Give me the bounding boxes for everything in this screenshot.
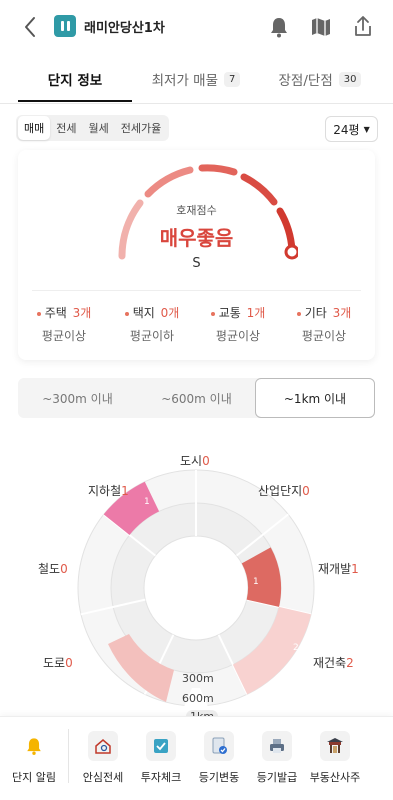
deal-type-jeonse[interactable]: 전세 — [50, 116, 82, 140]
category-label-subway: 지하철1 — [88, 484, 129, 498]
tab-complex-info[interactable]: 단지 정보 — [18, 54, 132, 104]
stat-land: 택지 0개 평균이하 — [112, 304, 192, 344]
checklist-icon — [146, 731, 176, 761]
map-icon[interactable] — [308, 14, 334, 40]
score-grade: S — [192, 256, 201, 271]
category-label-road: 도로0 — [43, 656, 73, 670]
apartment-logo-icon — [54, 15, 76, 37]
deal-type-sale[interactable]: 매매 — [18, 116, 51, 140]
stat-name: 교통 — [218, 306, 241, 320]
bell-icon[interactable] — [266, 14, 292, 40]
distance-1km[interactable]: ~1km 이내 — [255, 378, 375, 418]
gauge-segment — [144, 166, 194, 198]
nav-investment-check[interactable]: 투자체크 — [130, 731, 192, 785]
stat-other: 기타 3개 평균이상 — [284, 304, 364, 344]
nav-label: 등기발급 — [256, 771, 298, 784]
page-title: 래미안당산1차 — [84, 21, 165, 36]
nav-label: 안심전세 — [82, 771, 124, 784]
segment-value: 1 — [253, 577, 259, 587]
printer-icon — [262, 731, 292, 761]
segment-value: 3 — [137, 693, 143, 703]
app-header: 래미안당산1차 — [0, 0, 393, 54]
tab-bar: 단지 정보 최저가 매물 7 장점/단점 30 — [0, 54, 393, 104]
stat-transport: 교통 1개 평균이상 — [198, 304, 278, 344]
deal-type-monthly[interactable]: 월세 — [83, 116, 115, 140]
house-search-icon — [88, 731, 118, 761]
stat-name: 택지 — [132, 306, 155, 320]
stat-value: 0개 — [160, 306, 180, 320]
tab-label: 장점/단점 — [278, 73, 333, 89]
nav-safe-jeonse[interactable]: 안심전세 — [72, 731, 134, 785]
active-tab-indicator — [18, 100, 132, 102]
document-check-icon — [204, 731, 234, 761]
tab-count-badge: 30 — [338, 71, 362, 87]
share-icon[interactable] — [350, 14, 376, 40]
size-value: 24평 — [333, 122, 360, 137]
divider — [32, 290, 361, 291]
stat-compare: 평균이하 — [129, 329, 175, 343]
category-label-industrial: 산업단지0 — [258, 484, 310, 498]
stat-housing: 주택 3개 평균이상 — [24, 304, 104, 344]
deal-type-selector: 매매 전세 월세 전세가율 — [16, 115, 170, 141]
gate-icon — [320, 731, 350, 761]
deal-type-jeonse-ratio[interactable]: 전세가율 — [115, 116, 167, 140]
category-label-redevelopment: 재개발1 — [318, 562, 359, 576]
stat-name: 기타 — [304, 306, 327, 320]
category-label-reconstruction: 재건축2 — [313, 656, 354, 670]
divider — [68, 729, 69, 783]
stat-name: 주택 — [44, 306, 67, 320]
nav-label: 등기변동 — [198, 771, 240, 784]
tab-lowest-price[interactable]: 최저가 매물 7 — [140, 54, 252, 104]
bottom-navigation: 단지 알림 안심전세 투자체크 등기변동 등기발급 부동산사주 — [0, 716, 393, 800]
stat-value: 3개 — [72, 306, 92, 320]
bullet-icon — [210, 311, 215, 316]
segment-value: 2 — [293, 643, 299, 653]
bullet-icon — [296, 311, 301, 316]
distance-selector: ~300m 이내 ~600m 이내 ~1km 이내 — [18, 378, 375, 418]
ring-label: 300m — [182, 672, 214, 685]
stat-compare: 평균이상 — [301, 329, 347, 343]
tab-count-badge: 7 — [224, 71, 241, 87]
bell-icon — [19, 731, 49, 761]
stat-value: 3개 — [332, 306, 352, 320]
nav-registry-issue[interactable]: 등기발급 — [246, 731, 308, 785]
bullet-icon — [36, 311, 41, 316]
tab-pros-cons[interactable]: 장점/단점 30 — [264, 54, 376, 104]
stat-compare: 평균이상 — [41, 329, 87, 343]
gauge-segment — [240, 173, 278, 206]
size-dropdown[interactable]: 24평 ▼ — [325, 116, 378, 142]
stat-value: 1개 — [246, 306, 266, 320]
bullet-icon — [124, 311, 129, 316]
ring-label: 600m — [182, 692, 214, 705]
category-label-railway: 철도0 — [38, 562, 68, 576]
caret-down-icon: ▼ — [363, 124, 370, 134]
category-label-city: 도시0 — [180, 454, 210, 468]
development-radar-chart: 1 1 2 3 300m 600m 1km 도시0 산업단지0 재개발1 재건축… — [0, 440, 393, 730]
gauge-segment — [198, 164, 238, 176]
nav-complex-alert[interactable]: 단지 알림 — [3, 731, 65, 785]
score-label: 호재점수 — [176, 204, 217, 217]
nav-label: 부동산사주 — [309, 771, 361, 784]
distance-300m[interactable]: ~300m 이내 — [18, 378, 137, 418]
tab-label: 단지 정보 — [47, 73, 103, 89]
development-score-card: 호재점수 매우좋음 S 주택 3개 평균이상 택지 0개 평균이하 교통 1개 … — [18, 150, 375, 360]
distance-600m[interactable]: ~600m 이내 — [137, 378, 256, 418]
nav-real-estate-fortune[interactable]: 부동산사주 — [302, 731, 368, 785]
nav-label: 투자체크 — [140, 771, 182, 784]
tab-label: 최저가 매물 — [151, 73, 219, 89]
segment-value: 1 — [144, 497, 150, 507]
back-arrow-icon[interactable] — [18, 14, 44, 40]
nav-label: 단지 알림 — [12, 771, 56, 784]
radar-svg: 1 1 2 3 — [77, 469, 315, 716]
score-value: 매우좋음 — [159, 226, 234, 250]
stat-compare: 평균이상 — [215, 329, 261, 343]
nav-registry-change[interactable]: 등기변동 — [188, 731, 250, 785]
